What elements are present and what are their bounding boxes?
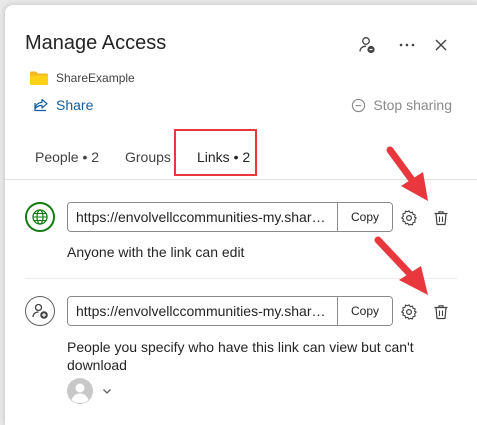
share-button[interactable]: Share	[33, 97, 93, 113]
globe-icon	[32, 209, 48, 225]
folder-row: ShareExample	[30, 71, 135, 85]
stop-sharing-button[interactable]: Stop sharing	[351, 97, 452, 113]
stop-sharing-label: Stop sharing	[373, 97, 452, 113]
link-url-group: https://envolvellccommunities-my.sharepo…	[67, 296, 393, 326]
tab-groups[interactable]: Groups	[125, 149, 171, 165]
tab-people[interactable]: People • 2	[35, 149, 99, 165]
avatar	[67, 378, 93, 404]
copy-link-button[interactable]: Copy	[337, 297, 392, 325]
folder-icon	[30, 71, 48, 85]
person-add-icon	[32, 303, 48, 319]
share-label: Share	[56, 97, 94, 113]
tab-bar: People • 2 Groups Links • 2	[5, 139, 477, 179]
tab-links[interactable]: Links • 2	[197, 149, 250, 165]
dialog-title: Manage Access	[25, 32, 167, 54]
link-settings-gear-icon[interactable]	[400, 303, 418, 321]
link-url-field[interactable]: https://envolvellccommunities-my.sharepo…	[68, 203, 337, 231]
link-settings-gear-icon[interactable]	[400, 209, 418, 227]
share-icon	[34, 98, 48, 112]
link-recipients[interactable]	[67, 378, 113, 404]
link-description: Anyone with the link can edit	[67, 244, 245, 260]
folder-name: ShareExample	[56, 71, 135, 85]
tabs-divider	[5, 179, 477, 180]
copy-link-button[interactable]: Copy	[337, 203, 392, 231]
manage-access-person-icon[interactable]	[357, 35, 377, 55]
delete-link-trash-icon[interactable]	[432, 303, 450, 321]
link-type-badge	[25, 202, 55, 232]
link-url-field[interactable]: https://envolvellccommunities-my.sharepo…	[68, 297, 337, 325]
close-icon[interactable]	[431, 35, 451, 55]
chevron-down-icon[interactable]	[101, 385, 113, 397]
stop-sharing-icon	[352, 98, 366, 112]
delete-link-trash-icon[interactable]	[432, 209, 450, 227]
link-url-group: https://envolvellccommunities-my.sharepo…	[67, 202, 393, 232]
more-options-icon[interactable]	[397, 35, 417, 55]
link-type-badge	[25, 296, 55, 326]
link-separator	[25, 278, 457, 279]
tab-active-indicator	[196, 174, 249, 176]
link-description: People you specify who have this link ca…	[67, 339, 414, 373]
manage-access-panel: Manage Access ShareExample Share Stop sh…	[5, 5, 477, 425]
